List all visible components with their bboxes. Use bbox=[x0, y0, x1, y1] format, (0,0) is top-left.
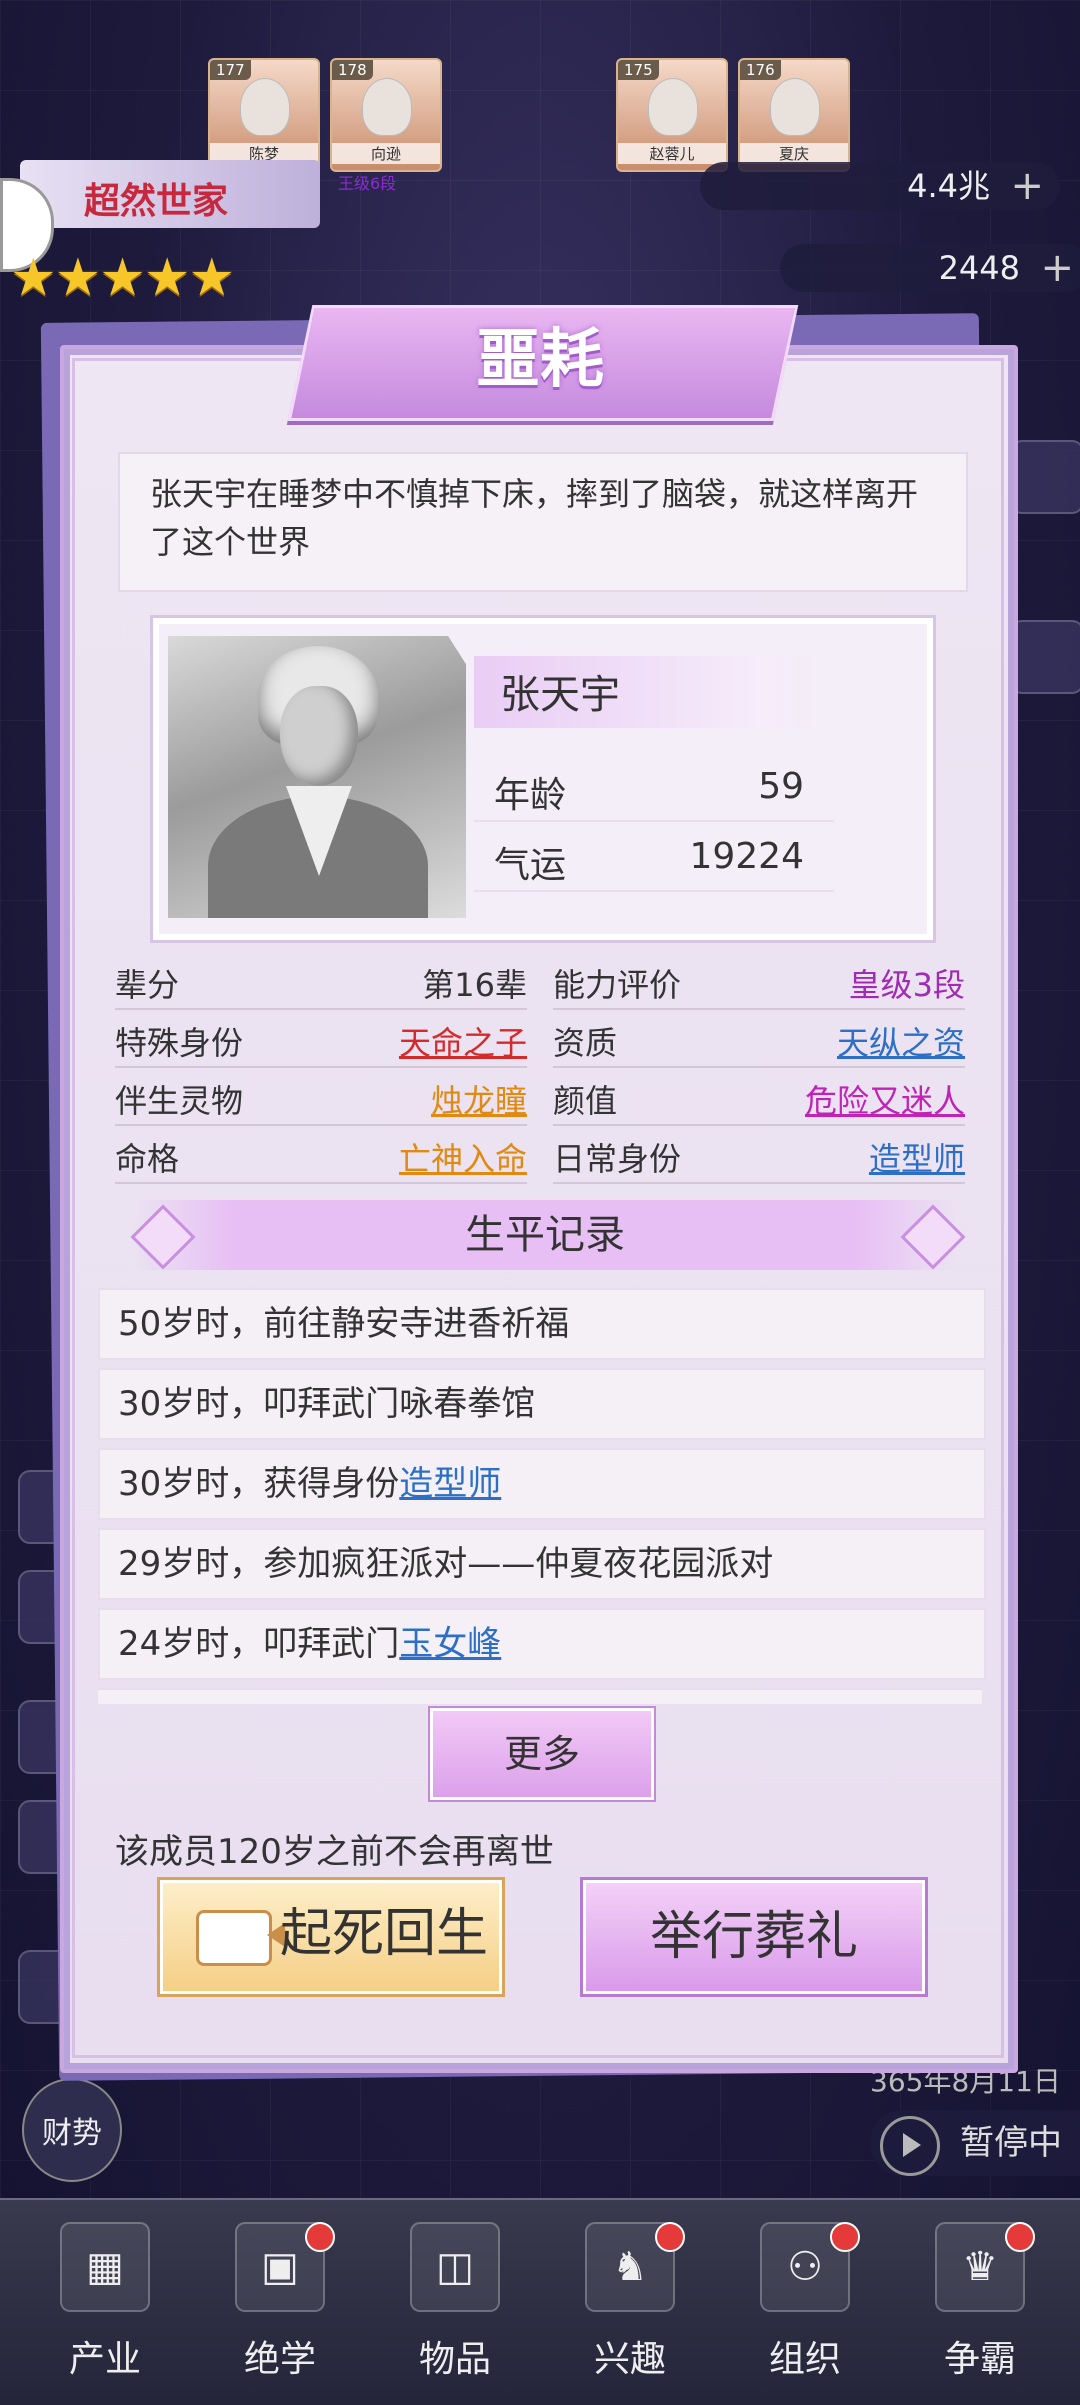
fate-row: 命格 亡神入命 bbox=[115, 1126, 527, 1184]
member-portrait bbox=[770, 78, 820, 136]
records-title: 生平记录 bbox=[465, 1212, 625, 1258]
building-icon: ▦ bbox=[60, 2222, 150, 2312]
more-button[interactable]: 更多 bbox=[430, 1708, 654, 1800]
add-money-icon[interactable]: + bbox=[1010, 162, 1044, 210]
nav-organization[interactable]: ⚇ 组织 bbox=[730, 2212, 880, 2392]
notification-badge bbox=[655, 2222, 685, 2252]
age-row: 年龄 59 bbox=[474, 752, 834, 822]
member-card[interactable]: 177 陈梦 bbox=[208, 58, 320, 172]
talent-link[interactable]: 天纵之资 bbox=[837, 1018, 965, 1064]
records-list-edge bbox=[98, 1688, 982, 1704]
revive-label: 起死回生 bbox=[280, 1904, 489, 1964]
bag-icon: ◫ bbox=[410, 2222, 500, 2312]
nav-hobbies[interactable]: ♞ 兴趣 bbox=[555, 2212, 705, 2392]
nav-skills[interactable]: ▣ 绝学 bbox=[205, 2212, 355, 2392]
special-identity-row: 特殊身份 天命之子 bbox=[115, 1010, 527, 1068]
record-link[interactable]: 造型师 bbox=[399, 1464, 501, 1504]
record-item: 50岁时，前往静安寺进香祈福 bbox=[98, 1288, 986, 1360]
family-banner[interactable]: 超然世家 bbox=[20, 160, 320, 228]
spirit-link[interactable]: 烛龙瞳 bbox=[431, 1076, 527, 1122]
spirit-row: 伴生灵物 烛龙瞳 bbox=[115, 1068, 527, 1126]
looks-row: 颜值 危险又迷人 bbox=[553, 1068, 965, 1126]
member-card[interactable]: 176 夏庆 bbox=[738, 58, 850, 172]
record-item: 24岁时，叩拜武门玉女峰 bbox=[98, 1608, 986, 1680]
notification-badge bbox=[1005, 2222, 1035, 2252]
money-counter[interactable]: 4.4兆 + bbox=[700, 162, 1060, 210]
luck-value: 19224 bbox=[689, 836, 804, 877]
looks-link[interactable]: 危险又迷人 bbox=[805, 1076, 965, 1122]
wealth-button[interactable]: 财势 bbox=[22, 2078, 122, 2182]
member-rank-tag: 王级6段 bbox=[338, 174, 397, 193]
bottom-nav: ▦ 产业 ▣ 绝学 ◫ 物品 ♞ 兴趣 ⚇ 组织 ♛ 争霸 bbox=[0, 2198, 1080, 2405]
lifespan-note: 该成员120岁之前不会再离世 bbox=[115, 1832, 554, 1872]
member-card[interactable]: 178 向逊 bbox=[330, 58, 442, 172]
video-ad-icon bbox=[196, 1910, 285, 1966]
family-stars: ★★★★★ bbox=[10, 248, 235, 308]
generation-row: 辈分 第16辈 bbox=[115, 952, 527, 1010]
nav-items[interactable]: ◫ 物品 bbox=[380, 2212, 530, 2392]
talent-row: 资质 天纵之资 bbox=[553, 1010, 965, 1068]
nav-contest[interactable]: ♛ 争霸 bbox=[905, 2212, 1055, 2392]
dialog-title: 噩耗 bbox=[476, 323, 604, 397]
notification-badge bbox=[305, 2222, 335, 2252]
luck-row: 气运 19224 bbox=[474, 822, 834, 892]
add-gem-icon[interactable]: + bbox=[1040, 244, 1074, 292]
death-message: 张天宇在睡梦中不慎掉下床，摔到了脑袋，就这样离开了这个世界 bbox=[150, 475, 919, 561]
gift-icon[interactable] bbox=[1010, 620, 1080, 694]
job-row: 日常身份 造型师 bbox=[553, 1126, 965, 1184]
pause-button[interactable]: 暂停中 bbox=[870, 2110, 1080, 2176]
member-portrait bbox=[168, 636, 466, 918]
nav-industry[interactable]: ▦ 产业 bbox=[30, 2212, 180, 2392]
gem-shop-icon[interactable] bbox=[1010, 440, 1080, 514]
notification-badge bbox=[830, 2222, 860, 2252]
member-card[interactable]: 175 赵蓉儿 bbox=[616, 58, 728, 172]
member-portrait bbox=[240, 78, 290, 136]
special-identity-link[interactable]: 天命之子 bbox=[399, 1018, 527, 1064]
record-item: 30岁时，获得身份造型师 bbox=[98, 1448, 986, 1520]
record-link[interactable]: 玉女峰 bbox=[399, 1624, 501, 1664]
fate-link[interactable]: 亡神入命 bbox=[399, 1134, 527, 1180]
ability-row: 能力评价 皇级3段 bbox=[553, 952, 965, 1010]
family-title: 超然世家 bbox=[84, 181, 229, 222]
age-value: 59 bbox=[758, 766, 804, 807]
member-name: 张天宇 bbox=[500, 672, 620, 718]
gem-counter[interactable]: 2448 + bbox=[780, 244, 1080, 292]
record-item: 29岁时，参加疯狂派对——仲夏夜花园派对 bbox=[98, 1528, 986, 1600]
member-portrait bbox=[362, 78, 412, 136]
play-icon bbox=[880, 2116, 940, 2176]
job-link[interactable]: 造型师 bbox=[869, 1134, 965, 1180]
funeral-button[interactable]: 举行葬礼 bbox=[583, 1880, 925, 1994]
member-portrait bbox=[648, 78, 698, 136]
record-item: 30岁时，叩拜武门咏春拳馆 bbox=[98, 1368, 986, 1440]
